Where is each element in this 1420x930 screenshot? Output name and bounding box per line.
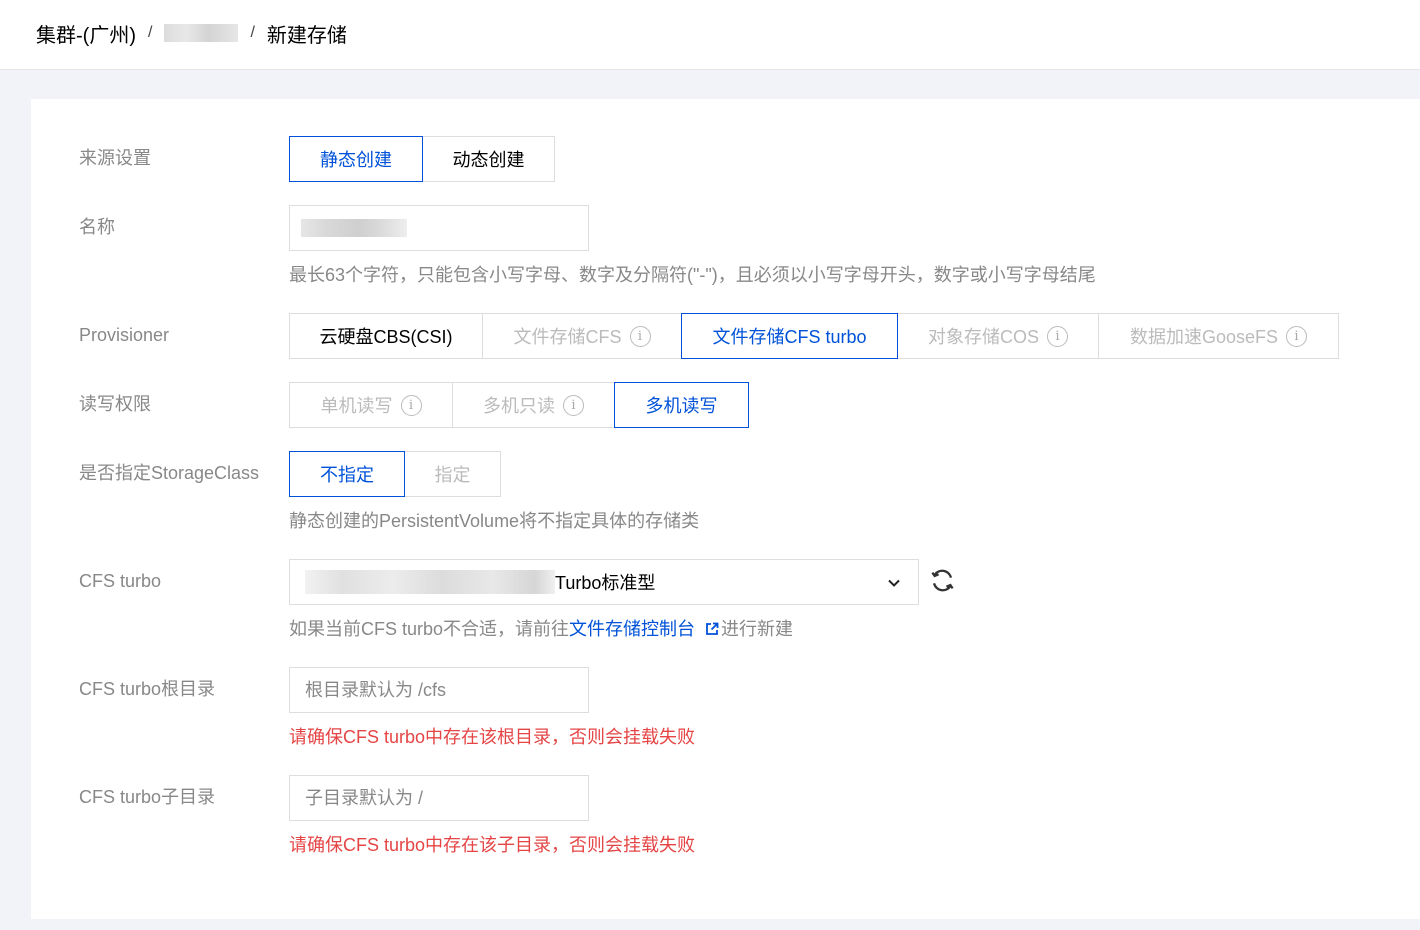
info-icon[interactable]: i <box>629 325 651 347</box>
provisioner-option-cfs[interactable]: 文件存储CFS i <box>482 313 682 359</box>
name-input[interactable] <box>289 205 589 251</box>
source-option-static[interactable]: 静态创建 <box>289 136 423 182</box>
name-input-masked-value <box>301 219 407 237</box>
storage-class-option-specify[interactable]: 指定 <box>404 451 501 497</box>
provisioner-option-cos[interactable]: 对象存储COS i <box>897 313 1099 359</box>
root-dir-field[interactable] <box>289 667 589 713</box>
storage-class-label: 是否指定StorageClass <box>79 463 260 483</box>
info-icon[interactable]: i <box>563 394 584 416</box>
access-option-single-rw[interactable]: 单机读写 i <box>289 382 453 428</box>
cfs-turbo-hint: 如果当前CFS turbo不合适，请前往文件存储控制台 进行新建 <box>289 617 793 641</box>
source-segmented: 静态创建 动态创建 <box>289 136 555 182</box>
cfs-turbo-select[interactable]: Turbo标准型 <box>289 559 919 605</box>
form-card <box>31 99 1420 919</box>
provisioner-option-cbs[interactable]: 云硬盘CBS(CSI) <box>289 313 483 359</box>
root-dir-error: 请确保CFS turbo中存在该根目录，否则会挂载失败 <box>289 727 696 747</box>
cfs-turbo-masked-instance <box>305 570 555 594</box>
breadcrumb-masked-cluster-id[interactable] <box>164 24 239 42</box>
sub-dir-field[interactable] <box>289 775 589 821</box>
provisioner-label: Provisioner <box>79 325 170 345</box>
root-dir-label: CFS turbo根目录 <box>79 679 216 699</box>
cfs-console-link[interactable]: 文件存储控制台 <box>569 619 695 639</box>
breadcrumb-current: 新建存储 <box>266 24 347 47</box>
external-link-icon[interactable] <box>705 622 719 636</box>
storage-class-hint: 静态创建的PersistentVolume将不指定具体的存储类 <box>289 511 700 531</box>
access-option-single-rw-label: 单机读写 <box>320 396 393 416</box>
cfs-turbo-label: CFS turbo <box>79 571 162 591</box>
source-label: 来源设置 <box>79 148 151 168</box>
sub-dir-error: 请确保CFS turbo中存在该子目录，否则会挂载失败 <box>289 835 696 855</box>
chevron-down-icon <box>888 579 900 587</box>
provisioner-option-cfs-turbo[interactable]: 文件存储CFS turbo <box>681 313 898 359</box>
info-icon[interactable]: i <box>1047 325 1068 347</box>
sub-dir-input[interactable] <box>305 787 588 809</box>
breadcrumb-separator: / <box>250 24 255 41</box>
provisioner-segmented: 云硬盘CBS(CSI) 文件存储CFS i 文件存储CFS turbo 对象存储… <box>289 313 1339 359</box>
cfs-turbo-hint-before: 如果当前CFS turbo不合适，请前往 <box>289 619 570 639</box>
root-dir-input[interactable] <box>305 679 588 701</box>
breadcrumb: 集群-(广州) / / 新建存储 <box>36 19 347 48</box>
provisioner-option-cos-label: 对象存储COS <box>927 327 1039 347</box>
refresh-icon[interactable] <box>929 567 956 594</box>
access-option-multi-ro-label: 多机只读 <box>483 396 555 416</box>
provisioner-option-goosefs-label: 数据加速GooseFS <box>1129 327 1279 347</box>
access-label: 读写权限 <box>79 394 151 414</box>
storage-class-segmented: 不指定 指定 <box>289 451 501 497</box>
info-icon[interactable]: i <box>400 394 422 416</box>
provisioner-option-cfs-label: 文件存储CFS <box>513 327 622 347</box>
access-segmented: 单机读写 i 多机只读 i 多机读写 <box>289 382 749 428</box>
access-option-multi-ro[interactable]: 多机只读 i <box>452 382 615 428</box>
provisioner-option-goosefs[interactable]: 数据加速GooseFS i <box>1098 313 1339 359</box>
cfs-turbo-hint-after: 进行新建 <box>721 619 794 639</box>
name-label: 名称 <box>79 217 115 237</box>
storage-class-option-none[interactable]: 不指定 <box>289 451 405 497</box>
cfs-turbo-selected-type: Turbo标准型 <box>555 573 656 593</box>
info-icon[interactable]: i <box>1286 325 1308 347</box>
access-option-multi-rw[interactable]: 多机读写 <box>614 382 749 428</box>
name-hint: 最长63个字符，只能包含小写字母、数字及分隔符("-")，且必须以小写字母开头，… <box>289 265 1096 285</box>
source-option-dynamic[interactable]: 动态创建 <box>422 136 555 182</box>
breadcrumb-separator: / <box>147 24 153 41</box>
sub-dir-label: CFS turbo子目录 <box>79 787 216 807</box>
page-header: 集群-(广州) / / 新建存储 <box>0 0 1420 70</box>
breadcrumb-cluster[interactable]: 集群-(广州) <box>36 19 136 48</box>
